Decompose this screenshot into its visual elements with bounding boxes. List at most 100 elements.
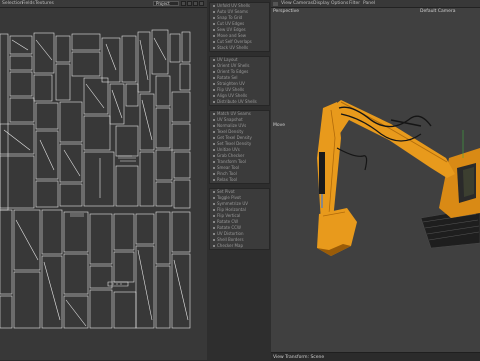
tool-item-label: Flip Horizontal: [217, 207, 246, 212]
tool-item-label: Flip UV Shells: [217, 87, 245, 92]
tool-item-label: Distribute UV Shells: [217, 99, 257, 104]
tool-item-label: Rotate CCW: [217, 225, 241, 230]
tool-item-label: Set Texel Density: [217, 141, 252, 146]
tool-icon: [213, 35, 215, 37]
tool-item-label: Snap To Grid: [217, 15, 243, 20]
tool-icon: [213, 239, 215, 241]
uv-dropdown-value: Project: [156, 1, 170, 6]
tool-item-label: Move and Sew: [217, 33, 247, 38]
view-transform-label: View Transform: Scene: [273, 354, 325, 360]
tool-item-label: Rotate CW: [217, 219, 239, 224]
tool-item-label: Cut UV Edges: [217, 21, 245, 26]
vp-menu-panel[interactable]: Panel: [363, 1, 375, 6]
tool-group-4: Set Pivot Toggle Pivot Symmetrize UV Fli…: [209, 188, 270, 250]
tool-icon: [213, 227, 215, 229]
tool-icon: [213, 17, 215, 19]
viewport-menubar: View Cameras Display Options Filter Pane…: [271, 0, 480, 8]
tool-icon: [213, 209, 215, 211]
uv-toolbar-button[interactable]: [193, 1, 198, 6]
uv-toolbar-button[interactable]: [181, 1, 186, 6]
excavator-model[interactable]: [271, 8, 480, 352]
uv-toolbar-button[interactable]: [187, 1, 192, 6]
tool-icon: [213, 179, 215, 181]
uv-menubar: Selection Fields Textures Project: [0, 0, 207, 8]
tool-item[interactable]: Stack UV Shells: [210, 45, 269, 51]
tool-icon: [213, 149, 215, 151]
tool-icon: [213, 83, 215, 85]
tool-item-label: Rotate Sel: [217, 75, 238, 80]
tool-icon: [213, 101, 215, 103]
tool-icon: [213, 191, 215, 193]
tool-icon: [213, 137, 215, 139]
tool-item-label: Straighten UV: [217, 81, 245, 86]
tool-item-label: UV Layout: [217, 57, 238, 62]
tool-icon: [213, 23, 215, 25]
tool-icon: [213, 155, 215, 157]
uv-toolkit-panel: Unfold UV Shells Auto UV Seams Snap To G…: [207, 0, 271, 360]
tool-item-label: Sew UV Edges: [217, 27, 246, 32]
tool-item-label: Normalize UVs: [217, 123, 247, 128]
vp-menu-display[interactable]: Display: [313, 1, 330, 6]
vp-menu-view[interactable]: View: [281, 1, 292, 6]
tool-item-label: Texel Density: [217, 129, 244, 134]
tool-icon: [213, 119, 215, 121]
uv-project-dropdown[interactable]: Project: [153, 1, 179, 6]
tool-item[interactable]: Relax Tool: [210, 177, 269, 183]
tool-item-label: Pinch Tool: [217, 171, 237, 176]
vp-menu-filter[interactable]: Filter: [349, 1, 360, 6]
tool-item-label: Cut Self Overlaps: [217, 39, 252, 44]
tool-icon: [213, 29, 215, 31]
tool-group-2: UV Layout Orient UV Shells Orient To Edg…: [209, 56, 270, 106]
tool-item-label: UV Distortion: [217, 231, 244, 236]
tool-icon: [213, 65, 215, 67]
tool-icon: [213, 233, 215, 235]
tool-item-label: Flip Vertical: [217, 213, 241, 218]
tool-item-label: Auto UV Seams: [217, 9, 248, 14]
tool-icon: [213, 143, 215, 145]
tool-icon: [213, 203, 215, 205]
tool-icon: [213, 11, 215, 13]
vp-menu-cameras[interactable]: Cameras: [293, 1, 313, 6]
uv-menu-textures[interactable]: Textures: [35, 1, 54, 6]
tool-icon: [213, 161, 215, 163]
3d-viewport[interactable]: Perspective Default Camera Move: [271, 8, 480, 352]
tool-item-label: Smear Tool: [217, 165, 240, 170]
tool-item-label: Symmetrize UV: [217, 201, 248, 206]
tool-item-label: Relax Tool: [217, 177, 238, 182]
tool-item-label: Unitize UVs: [217, 147, 240, 152]
tool-icon: [213, 95, 215, 97]
tool-item-label: Shell Borders: [217, 237, 244, 242]
tool-icon: [213, 131, 215, 133]
viewport-panel: View Cameras Display Options Filter Pane…: [271, 0, 480, 361]
tool-icon: [213, 167, 215, 169]
tool-group-1: Unfold UV Shells Auto UV Seams Snap To G…: [209, 2, 270, 52]
tool-item-label: Transform Tool: [217, 159, 246, 164]
tool-icon: [213, 71, 215, 73]
uv-toolbar-button[interactable]: [199, 1, 204, 6]
tool-icon: [213, 197, 215, 199]
uv-canvas[interactable]: [0, 8, 207, 360]
vp-menu-options[interactable]: Options: [331, 1, 348, 6]
tool-icon: [213, 113, 215, 115]
tool-icon: [213, 77, 215, 79]
tool-item-label: Stack UV Shells: [217, 45, 249, 50]
uv-toolbar-buttons: [181, 1, 205, 8]
tool-item-label: Unfold UV Shells: [217, 3, 251, 8]
uv-editor-panel: Selection Fields Textures Project: [0, 0, 207, 360]
tool-icon: [213, 5, 215, 7]
tool-item[interactable]: Distribute UV Shells: [210, 99, 269, 105]
tool-item-label: Match UV Seams: [217, 111, 251, 116]
tool-icon: [213, 215, 215, 217]
tool-icon: [213, 245, 215, 247]
tool-icon: [213, 47, 215, 49]
tool-icon: [213, 173, 215, 175]
tool-icon: [213, 59, 215, 61]
tool-item[interactable]: Checker Map: [210, 243, 269, 249]
tool-item-label: Grab Checker: [217, 153, 245, 158]
uv-menu-selection[interactable]: Selection: [2, 1, 23, 6]
uv-menu-fields[interactable]: Fields: [22, 1, 35, 6]
tool-item-label: Align UV Shells: [217, 93, 248, 98]
tool-icon: [213, 221, 215, 223]
tool-item-label: Checker Map: [217, 243, 243, 248]
panel-icon[interactable]: [273, 1, 278, 6]
